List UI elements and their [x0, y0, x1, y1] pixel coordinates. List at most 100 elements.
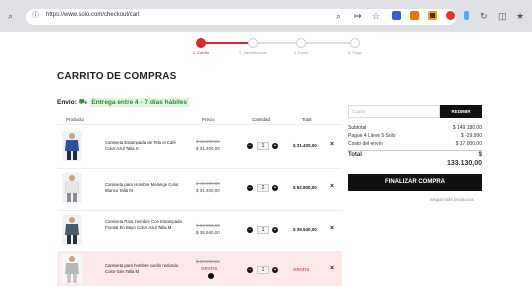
step-label-cart: 1. Carrito	[192, 50, 210, 55]
browser-toolbar: ⌕ ⓘ https://www.solo.com/checkout/cart ⌕…	[0, 0, 532, 32]
discount-row: Pague 4 Lleve 5 Solo $ -29.990	[348, 133, 482, 139]
product-name[interactable]: Camiseta para Hombre Melange Color Blanc…	[105, 182, 185, 194]
original-price: $ 44.000,00	[196, 139, 220, 144]
divider	[348, 150, 482, 151]
line-total: $ 62.800,00	[293, 185, 317, 190]
header-price: Precio	[202, 117, 215, 122]
step-dot-shipping	[296, 38, 306, 48]
cart-item: Camiseta Para Hombre Con Estampado Front…	[57, 211, 342, 251]
quantity-value[interactable]: 2	[257, 184, 269, 192]
decrease-quantity-button[interactable]: −	[247, 227, 253, 233]
quantity-stepper: − 1 +	[247, 142, 279, 150]
shipping-cost-label: Costo del envío	[348, 141, 383, 147]
subtotal-row: Subtotal $ 149.180,00	[348, 125, 482, 131]
product-name[interactable]: Camiseta Para Hombre Con Estampado Front…	[105, 219, 185, 231]
original-price: $ 50.000,00	[196, 223, 220, 228]
favorites-icon[interactable]: ★	[516, 11, 524, 21]
quantity-stepper: − 2 +	[247, 184, 279, 192]
quantity-stepper: − 1 +	[247, 266, 279, 274]
cart-item: Camiseta para Hombre Melange Color Blanc…	[57, 169, 342, 209]
increase-quantity-button[interactable]: +	[272, 185, 278, 191]
quantity-value[interactable]: 1	[257, 266, 269, 274]
cart-item-gift: Camiseta para hombre cuello redondo Colo…	[57, 251, 342, 286]
increase-quantity-button[interactable]: +	[272, 227, 278, 233]
shipping-label: Envío:	[57, 99, 77, 106]
gift-price: GRATIS	[201, 266, 218, 271]
info-icon[interactable]: ⓘ	[32, 11, 39, 21]
step-line	[306, 42, 350, 44]
gift-info-icon[interactable]	[208, 273, 214, 279]
shipping-cost-value: $ 17.000,00	[455, 141, 482, 147]
product-image[interactable]	[62, 254, 82, 284]
extension-camera-icon[interactable]	[428, 11, 437, 20]
remove-item-icon[interactable]: ×	[330, 265, 334, 272]
increase-quantity-button[interactable]: +	[272, 267, 278, 273]
product-image[interactable]	[62, 215, 82, 245]
product-image[interactable]	[62, 131, 82, 161]
reload-icon[interactable]: ↻	[480, 11, 488, 21]
extension-orange-icon[interactable]	[410, 11, 419, 20]
subtotal-value: $ 149.180,00	[452, 125, 482, 131]
original-price: $ 44.000,00	[196, 181, 220, 186]
line-total: $ 31.400,00	[293, 143, 317, 148]
shipping-estimate: Entrega entre 4 - 7 días hábiles	[89, 98, 190, 107]
subtotal-label: Subtotal	[348, 125, 367, 131]
header-product: Producto	[66, 117, 85, 122]
split-view-icon[interactable]: ◫	[498, 11, 507, 21]
decrease-quantity-button[interactable]: −	[247, 267, 253, 273]
sale-price: $ 31.400,00	[196, 188, 220, 193]
coupon-input[interactable]: Cupón	[348, 105, 440, 118]
step-label-payment: 4. Pago	[348, 50, 362, 55]
total-label: Total	[348, 152, 362, 158]
total-row: Total $	[348, 152, 482, 158]
quantity-stepper: − 1 +	[247, 226, 279, 234]
step-label-shipping: 3. Envío	[293, 50, 309, 55]
product-name[interactable]: Camiseta Estampada de Tela el Café Color…	[105, 140, 185, 152]
extension-red-icon[interactable]	[446, 11, 455, 20]
sale-price: $ 39.940,00	[196, 230, 220, 235]
step-dot-payment	[350, 38, 360, 48]
product-image[interactable]	[62, 173, 82, 203]
redeem-coupon-button[interactable]: REDIMIR	[440, 105, 482, 118]
decrease-quantity-button[interactable]: −	[247, 185, 253, 191]
quantity-value[interactable]: 1	[257, 142, 269, 150]
line-total: GRATIS	[293, 267, 310, 272]
url-text[interactable]: https://www.solo.com/checkout/cart	[46, 12, 140, 18]
product-name[interactable]: Camiseta para hombre cuello redondo Colo…	[105, 263, 185, 275]
step-line	[258, 42, 296, 44]
remove-item-icon[interactable]: ×	[330, 183, 334, 190]
discount-label: Pague 4 Lleve 5 Solo	[348, 133, 396, 139]
read-aloud-icon[interactable]: ↦	[354, 11, 362, 21]
discount-value: $ -29.990	[460, 133, 482, 139]
step-label-identification: 2. Identificación	[239, 50, 267, 55]
checkout-steps: 1. Carrito 2. Identificación 3. Envío 4.…	[192, 38, 376, 58]
favorite-star-icon[interactable]: ☆	[372, 11, 380, 21]
keep-shopping-link[interactable]: Seguir más productos	[430, 197, 474, 202]
search-icon[interactable]: ⌕	[8, 11, 13, 21]
divider	[57, 124, 342, 125]
line-total: $ 39.940,00	[293, 227, 317, 232]
checkout-button[interactable]: FINALIZAR COMPRA	[348, 174, 482, 191]
header-quantity: Cantidad	[252, 117, 271, 122]
shipping-info: Envío: ⛟ Entrega entre 4 - 7 días hábile…	[57, 98, 190, 107]
header-total: Total	[302, 117, 312, 122]
sale-price: $ 31.400,00	[196, 146, 220, 151]
remove-item-icon[interactable]: ×	[330, 141, 334, 148]
cart-item: Camiseta Estampada de Tela el Café Color…	[57, 127, 342, 167]
truck-icon: ⛟	[78, 99, 88, 106]
decrease-quantity-button[interactable]: −	[247, 143, 253, 149]
total-value: 133.130,00	[446, 160, 482, 167]
step-dot-cart	[196, 38, 206, 48]
increase-quantity-button[interactable]: +	[272, 143, 278, 149]
extension-blue-icon[interactable]	[464, 11, 469, 20]
zoom-icon[interactable]: ⌕	[336, 11, 341, 21]
quantity-value[interactable]: 1	[257, 226, 269, 234]
extension-shield-icon[interactable]	[392, 11, 401, 20]
step-dot-identification	[248, 38, 258, 48]
step-progress-line	[206, 42, 248, 44]
total-currency: $	[478, 152, 482, 158]
page-title: CARRITO DE COMPRAS	[57, 71, 177, 82]
shipping-cost-row: Costo del envío $ 17.000,00	[348, 141, 482, 147]
original-price: $ 29.990,00	[196, 259, 220, 264]
remove-item-icon[interactable]: ×	[330, 225, 334, 232]
